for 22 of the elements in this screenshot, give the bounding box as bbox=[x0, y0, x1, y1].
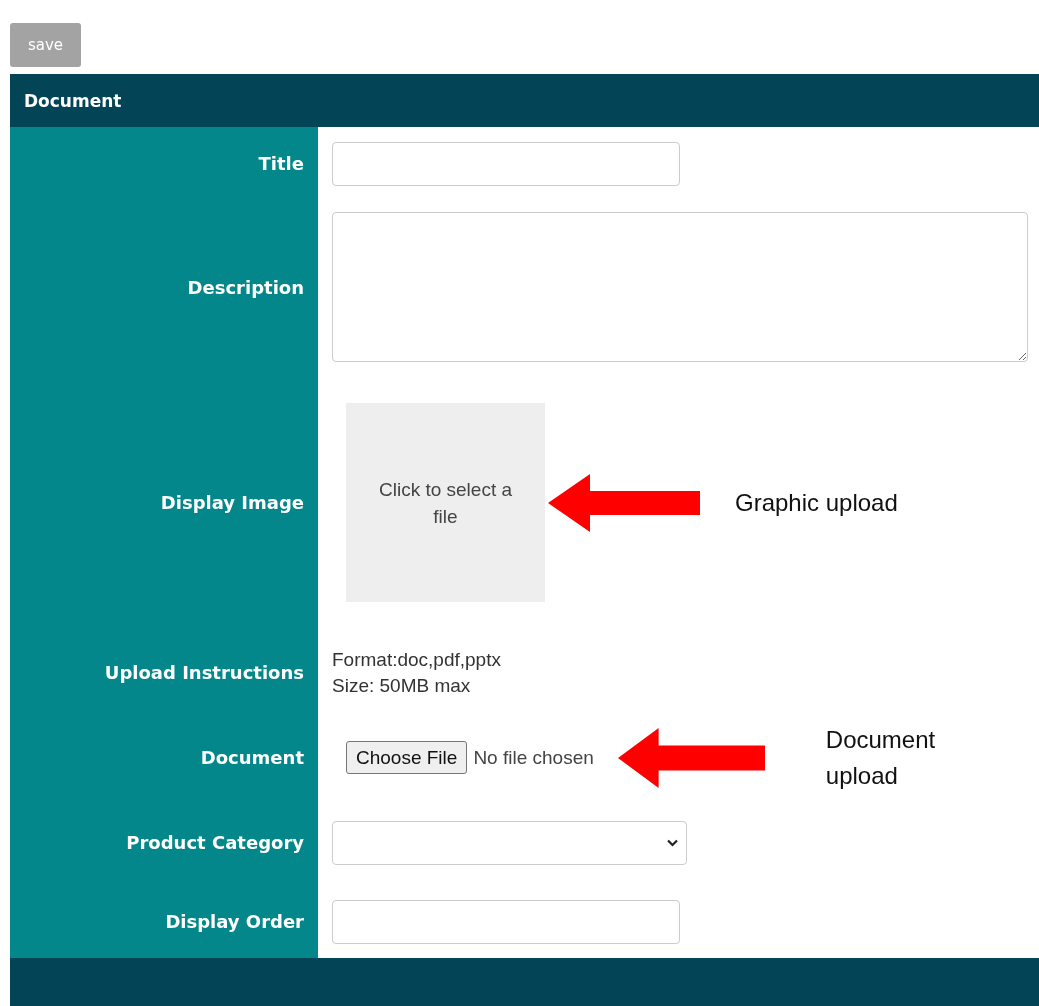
choose-file-button[interactable]: Choose File bbox=[346, 741, 468, 774]
instruction-text: Size: 50MB max bbox=[332, 673, 472, 698]
annotation-text: Document upload bbox=[825, 724, 937, 791]
text-field[interactable] bbox=[332, 899, 680, 944]
field-label: Title bbox=[258, 153, 304, 174]
arrow-icon bbox=[617, 727, 765, 788]
field-label: Description bbox=[187, 277, 304, 298]
field-label: Document bbox=[200, 747, 304, 768]
instruction-text: Format:doc,pdf,pptx bbox=[332, 647, 501, 672]
file-status: No file chosen bbox=[473, 746, 594, 769]
field-label: Product Category bbox=[126, 832, 304, 853]
select-field[interactable] bbox=[332, 820, 687, 865]
chevron-down-icon bbox=[667, 838, 678, 847]
arrow-icon bbox=[548, 473, 700, 532]
form-title: Document bbox=[24, 90, 122, 111]
textarea-field[interactable] bbox=[332, 212, 1028, 362]
field-label: Upload Instructions bbox=[104, 662, 304, 683]
text-field[interactable] bbox=[332, 141, 680, 186]
image-upload-area[interactable]: Click to select a file bbox=[346, 403, 545, 602]
field-label: Display Image bbox=[160, 492, 304, 513]
field-label: Display Order bbox=[165, 911, 304, 932]
annotation-text: Graphic upload bbox=[735, 487, 898, 518]
